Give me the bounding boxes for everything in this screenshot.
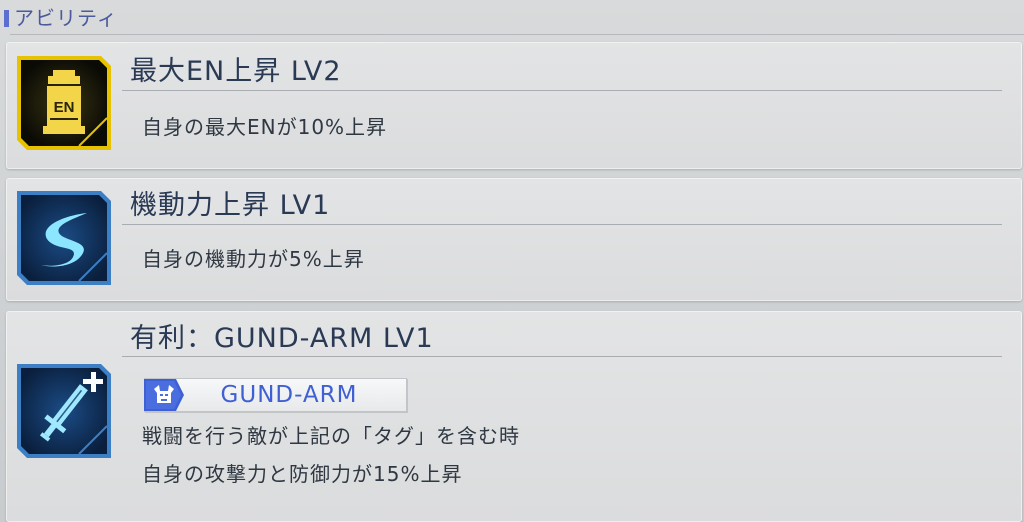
tag-badge: GUND-ARM [144,378,407,412]
ability-card-max-en[interactable]: EN 最大EN上昇 LV2 自身の最大ENが10%上昇 [6,42,1022,169]
section-title: アビリティ [14,6,118,30]
ability-card-advantage[interactable]: 有利：GUND-ARM LV1 GUND-ARM 戦闘を行う敵が上記の「タグ」を… [6,311,1022,522]
ability-description-line-1: 戦闘を行う敵が上記の「タグ」を含む時 [142,424,520,448]
ability-description-line-2: 自身の攻撃力と防御力が15%上昇 [142,462,463,486]
tag-label: GUND-ARM [220,382,358,408]
section-header: アビリティ [0,0,1024,36]
ability-description: 自身の機動力が5%上昇 [142,247,365,271]
ability-name: 機動力上昇 LV1 [130,190,331,221]
name-divider [122,224,1002,225]
en-icon: EN [17,56,111,150]
mobility-icon [17,191,111,285]
name-divider [122,356,1002,357]
name-divider [122,90,1002,91]
sword-plus-icon [17,364,111,458]
ability-description: 自身の最大ENが10%上昇 [142,115,388,139]
ability-name: 有利：GUND-ARM LV1 [130,323,434,354]
ability-card-mobility[interactable]: 機動力上昇 LV1 自身の機動力が5%上昇 [6,178,1022,301]
section-marker [4,10,9,27]
en-icon-text: EN [54,99,75,116]
header-divider [10,34,1024,35]
gundam-head-icon [144,379,184,411]
ability-name: 最大EN上昇 LV2 [130,56,342,87]
